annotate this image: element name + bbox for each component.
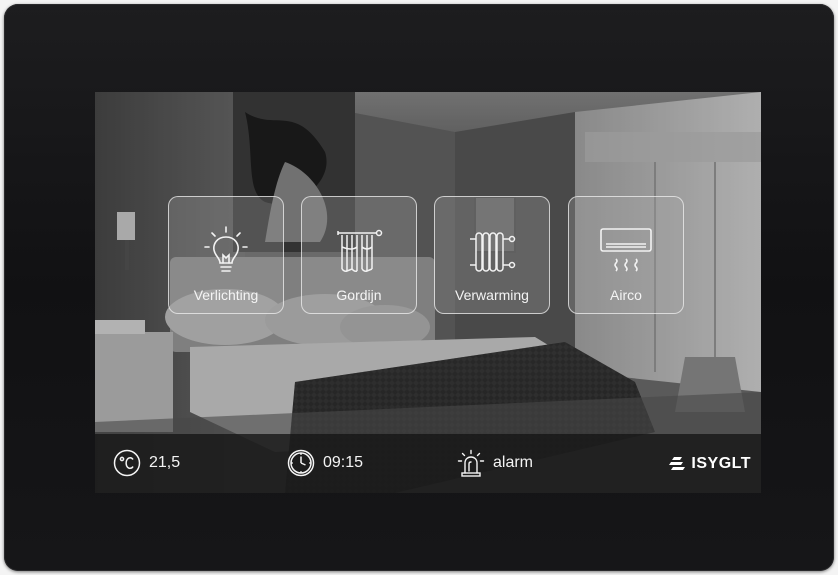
tile-airco[interactable]: Airco	[568, 196, 684, 314]
clock-icon	[287, 449, 315, 477]
temperature-value: 21,5	[149, 454, 181, 471]
alarm-siren-icon	[457, 449, 485, 477]
tile-label: Airco	[610, 287, 642, 303]
touch-panel-device: Verlichting Gordijn Verwarming Airco 21,…	[4, 4, 834, 571]
brand-logo: ISYGLT	[668, 455, 751, 473]
time-value: 09:15	[323, 454, 364, 471]
brand-name: ISYGLT	[691, 455, 751, 472]
tile-verwarming[interactable]: Verwarming	[434, 196, 550, 314]
lightbulb-icon	[169, 225, 283, 277]
isyglt-logo-icon	[669, 457, 686, 470]
time-status: 09:15	[287, 448, 363, 478]
tile-gordijn[interactable]: Gordijn	[301, 196, 417, 314]
tile-label: Gordijn	[336, 287, 382, 303]
alarm-status[interactable]: alarm	[457, 448, 533, 478]
status-bar: 21,5 09:15 alarm ISYGLT	[95, 434, 761, 493]
alarm-label: alarm	[493, 454, 534, 471]
tile-label: Verwarming	[455, 287, 529, 303]
curtain-icon	[302, 225, 416, 277]
air-conditioner-icon	[569, 225, 683, 277]
celsius-icon	[113, 449, 141, 477]
tile-verlichting[interactable]: Verlichting	[168, 196, 284, 314]
temperature-status: 21,5	[113, 448, 180, 478]
touch-screen: Verlichting Gordijn Verwarming Airco 21,…	[95, 92, 761, 493]
radiator-icon	[435, 225, 549, 277]
tile-label: Verlichting	[193, 287, 259, 303]
